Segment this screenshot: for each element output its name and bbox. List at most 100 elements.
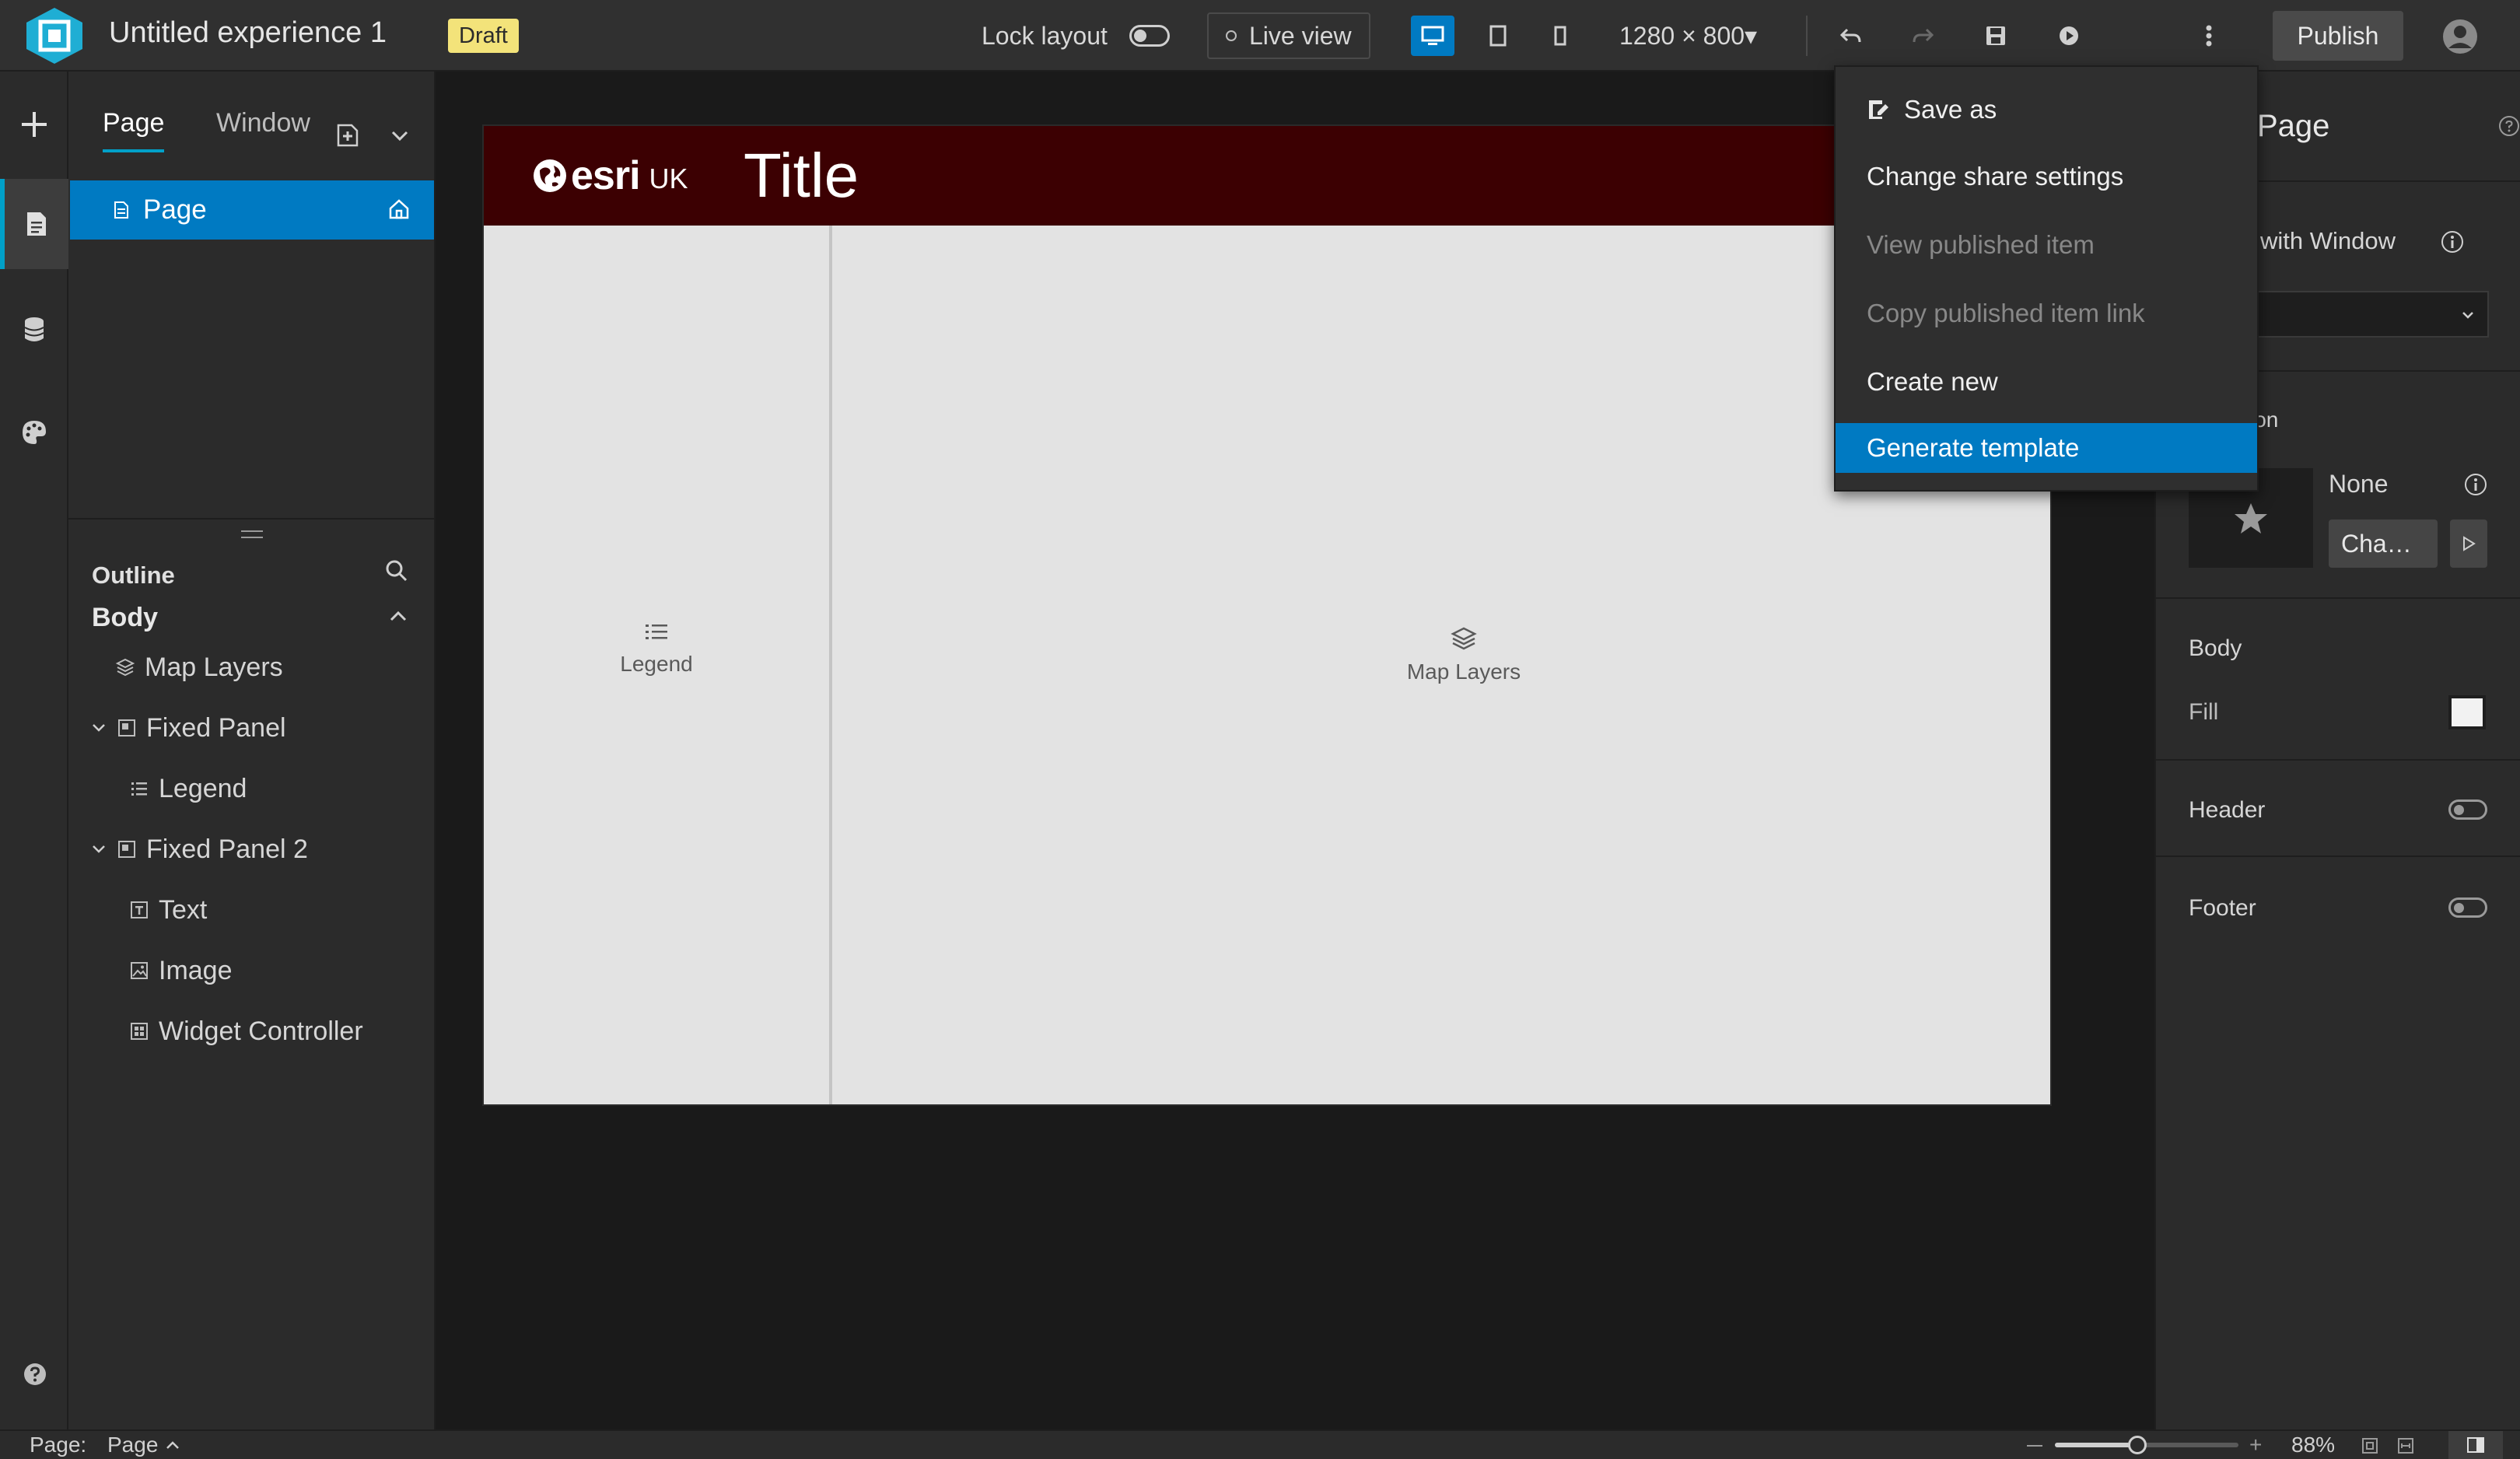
rail-theme-button[interactable]	[0, 387, 68, 478]
top-toolbar: Untitled experience 1 Draft Lock layout …	[0, 0, 2520, 72]
list-icon	[646, 625, 667, 639]
outline-item-label: Widget Controller	[159, 1016, 363, 1046]
user-avatar[interactable]	[2442, 19, 2478, 54]
app-title[interactable]: Untitled experience 1	[109, 14, 387, 51]
menu-item-label: Generate template	[1867, 433, 2080, 462]
status-page-selector[interactable]: Page	[107, 1431, 158, 1459]
outline-item-label: Fixed Panel	[146, 712, 286, 743]
publish-button[interactable]: Publish	[2273, 11, 2403, 61]
change-transition-button[interactable]: Cha…	[2329, 520, 2438, 568]
transition-value: None	[2329, 470, 2389, 498]
side-panel-icon	[2467, 1437, 2484, 1453]
tablet-device-button[interactable]	[1476, 16, 1520, 56]
save-as-icon	[1869, 100, 1888, 119]
info-icon[interactable]	[2441, 230, 2464, 254]
menu-item-label: Copy published item link	[1867, 299, 2145, 327]
outline-item-label: Fixed Panel 2	[146, 834, 308, 864]
save-button[interactable]	[1974, 16, 2018, 56]
fit-width-icon[interactable]	[2397, 1437, 2414, 1454]
add-widget-button[interactable]	[0, 79, 68, 170]
desktop-device-button[interactable]	[1411, 16, 1454, 56]
page-options-dropdown[interactable]	[390, 128, 409, 143]
phone-device-button[interactable]	[1538, 16, 1582, 56]
page-list-item[interactable]: Page	[70, 180, 434, 240]
layers-icon	[1451, 627, 1477, 650]
experience-header[interactable]: esri UK Title	[484, 126, 2050, 226]
more-options-button[interactable]	[2187, 16, 2231, 56]
chevron-down-icon	[93, 845, 105, 853]
zoom-slider-thumb[interactable]	[2128, 1436, 2147, 1454]
menu-item-change-share-settings[interactable]: Change share settings	[1836, 148, 2257, 205]
rp-divider	[2156, 759, 2520, 761]
zoom-out-icon[interactable]	[2027, 1445, 2042, 1447]
outline-item-fixed-panel[interactable]: Fixed Panel	[90, 705, 286, 751]
page-list-item-label: Page	[143, 194, 207, 225]
outline-item-widget-controller[interactable]: Widget Controller	[129, 1008, 363, 1055]
outline-item-text[interactable]: Text	[129, 887, 207, 933]
page-icon	[27, 212, 46, 236]
phone-icon	[1554, 26, 1566, 46]
outline-item-image[interactable]: Image	[129, 947, 233, 994]
tab-page[interactable]: Page	[103, 106, 165, 152]
menu-item-label: Save as	[1904, 95, 1997, 124]
fill-color-swatch[interactable]	[2448, 695, 2486, 730]
help-button[interactable]	[23, 1363, 47, 1386]
panel-divider	[68, 518, 434, 520]
lock-layout-toggle[interactable]	[1129, 25, 1170, 47]
widget-controller-icon	[131, 1023, 148, 1040]
footer-toggle[interactable]	[2448, 897, 2487, 918]
outline-item-label: Legend	[159, 773, 247, 803]
palette-icon	[23, 421, 46, 444]
resize-handle[interactable]	[241, 530, 263, 538]
header-title[interactable]: Title	[744, 140, 859, 212]
fixed-panel-divider	[829, 226, 832, 1104]
fit-screen-icon[interactable]	[2361, 1437, 2378, 1454]
search-icon	[386, 560, 408, 582]
globe-icon	[534, 159, 566, 192]
zoom-in-icon[interactable]: +	[2249, 1431, 2262, 1459]
app-logo[interactable]	[22, 6, 87, 65]
undo-button[interactable]	[1829, 16, 1873, 56]
outline-item-map-layers[interactable]: Map Layers	[115, 644, 283, 691]
help-icon	[2499, 116, 2519, 136]
tab-window[interactable]: Window	[216, 106, 310, 140]
transition-info-icon[interactable]	[2464, 473, 2487, 496]
save-icon	[1986, 26, 2005, 45]
collapse-body-button[interactable]	[389, 608, 408, 624]
more-options-menu: Save as Change share settings View publi…	[1834, 65, 2259, 492]
experience-canvas[interactable]: esri UK Title Legend Map Layers	[482, 124, 2052, 1106]
menu-item-generate-template[interactable]: Generate template	[1836, 423, 2257, 473]
outline-body-label[interactable]: Body	[92, 600, 158, 635]
toggle-panel-button[interactable]	[2448, 1431, 2503, 1459]
live-view-icon	[1226, 30, 1237, 41]
map-layers-widget[interactable]: Map Layers	[1378, 625, 1549, 684]
outline-item-legend[interactable]: Legend	[129, 765, 247, 812]
add-page-button[interactable]	[336, 123, 361, 148]
esri-uk-logo[interactable]: esri UK	[532, 152, 688, 199]
header-toggle[interactable]	[2448, 799, 2487, 820]
database-icon	[24, 317, 44, 341]
outline-item-fixed-panel-2[interactable]: Fixed Panel 2	[90, 826, 308, 873]
live-view-button[interactable]: Live view	[1207, 12, 1370, 59]
undo-icon	[1839, 28, 1861, 43]
rp-divider	[2156, 855, 2520, 857]
panel-icon	[118, 719, 135, 736]
menu-item-create-new[interactable]: Create new	[1836, 353, 2257, 411]
zoom-slider[interactable]	[2055, 1436, 2238, 1454]
preview-button[interactable]	[2047, 16, 2091, 56]
window-label: with Window	[2260, 227, 2396, 254]
menu-item-copy-published-link[interactable]: Copy published item link	[1836, 285, 2257, 342]
rail-page-button[interactable]	[0, 179, 68, 269]
rail-data-button[interactable]	[0, 285, 68, 375]
play-icon	[2463, 536, 2476, 551]
window-dropdown[interactable]: e	[2229, 291, 2489, 338]
play-transition-button[interactable]	[2450, 520, 2487, 568]
resolution-dropdown[interactable]: 1280 × 800▾	[1619, 20, 1757, 51]
menu-item-view-published[interactable]: View published item	[1836, 216, 2257, 274]
outline-search-button[interactable]	[384, 558, 409, 583]
menu-item-save-as[interactable]: Save as	[1836, 81, 2257, 138]
legend-widget[interactable]: Legend	[616, 621, 697, 677]
text-icon	[131, 901, 148, 918]
redo-button[interactable]	[1901, 16, 1944, 56]
properties-help-button[interactable]	[2498, 115, 2520, 137]
